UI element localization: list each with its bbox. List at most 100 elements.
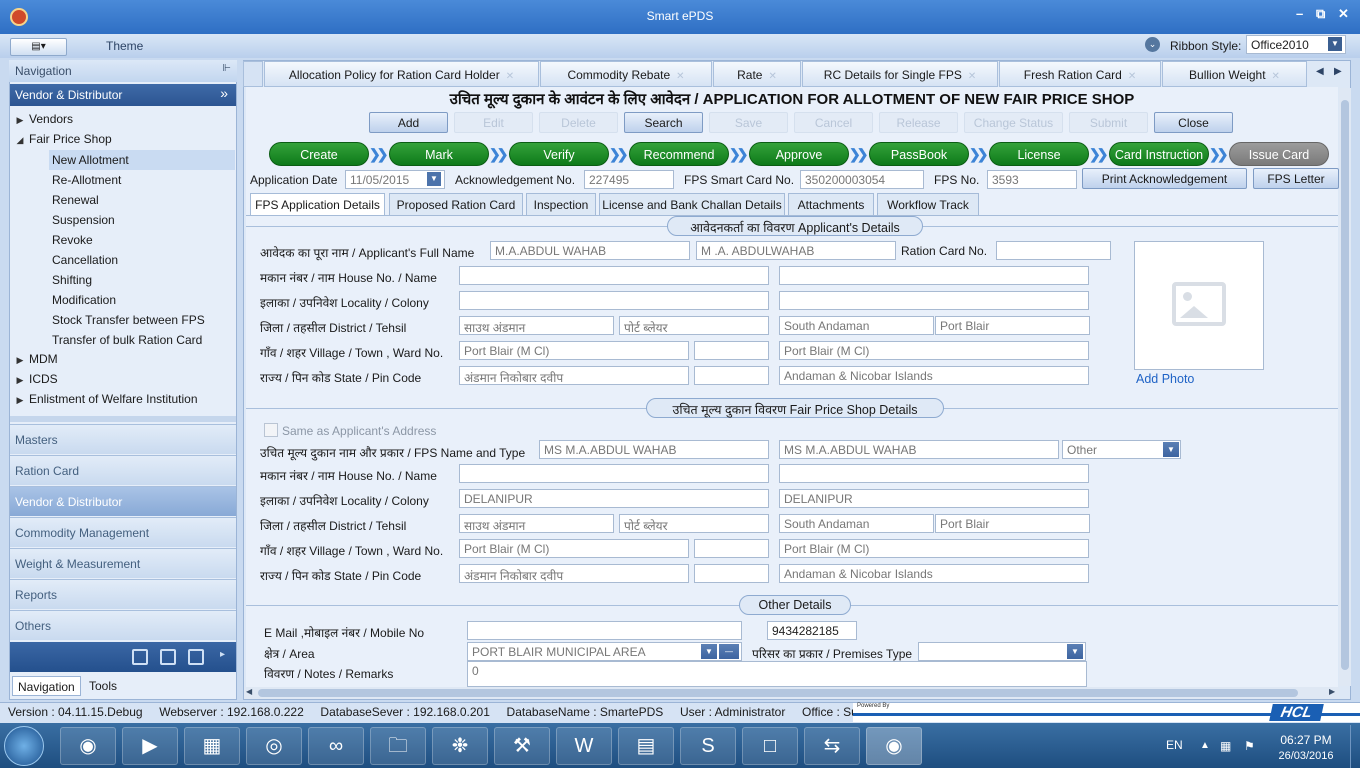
mobile-field[interactable]: 9434282185 [767, 621, 857, 640]
applicant-name-english-field[interactable]: M .A. ABDULWAHAB [696, 241, 896, 260]
group-weight-measurement[interactable]: Weight & Measurement [10, 548, 236, 578]
applicant-locality-english-field[interactable] [779, 291, 1089, 310]
nav-item-cancellation[interactable]: Cancellation [49, 250, 235, 270]
print-acknowledgement-button[interactable]: Print Acknowledgement [1082, 168, 1247, 189]
pdf-reader-icon[interactable]: □ [742, 727, 798, 765]
clock-time[interactable]: 06:27 PM [1276, 733, 1336, 747]
tree-item-icds[interactable]: ▶ ICDS [11, 369, 235, 389]
tab-bullion-weight[interactable]: Bullion Weight ✕ [1162, 61, 1307, 87]
group-others[interactable]: Others [10, 610, 236, 640]
search-button[interactable]: Search [624, 112, 703, 133]
restore-icon[interactable]: ⧉ [1316, 6, 1325, 22]
nav-item-stock-transfer[interactable]: Stock Transfer between FPS [49, 310, 235, 330]
app-menu-button[interactable]: ▤▾ [10, 38, 67, 56]
fps-letter-button[interactable]: FPS Letter [1253, 168, 1339, 189]
subtab-fps-application[interactable]: FPS Application Details [250, 193, 385, 216]
tab-commodity-rebate[interactable]: Commodity Rebate ✕ [540, 61, 712, 87]
workflow-verify[interactable]: Verify [509, 142, 609, 166]
add-button[interactable]: Add [369, 112, 448, 133]
fps-no-field[interactable]: 3593 [987, 170, 1077, 189]
tools-app-icon[interactable]: ⚒ [494, 727, 550, 765]
group-reports[interactable]: Reports [10, 579, 236, 609]
language-indicator[interactable]: EN [1166, 738, 1183, 752]
expand-arrow-icon[interactable]: ▶ [11, 375, 29, 386]
start-button[interactable] [4, 726, 44, 766]
close-tab-icon[interactable]: ✕ [768, 71, 776, 82]
applicant-name-hindi-field[interactable]: M.A.ABDUL WAHAB [490, 241, 690, 260]
fps-pin-field[interactable] [694, 564, 769, 583]
theme-label[interactable]: Theme [106, 39, 143, 53]
ribbon-chevron-icon[interactable]: ⌄ [1145, 37, 1160, 52]
tab-rate[interactable]: Rate ✕ [713, 61, 801, 87]
acknowledgement-field[interactable]: 227495 [584, 170, 674, 189]
release-button[interactable]: Release [879, 112, 958, 133]
subtab-workflow-track[interactable]: Workflow Track [877, 193, 979, 216]
expand-arrow-icon[interactable]: ▶ [11, 395, 29, 406]
overflow-arrow-icon[interactable]: ▸ [220, 649, 225, 660]
workflow-mark[interactable]: Mark [389, 142, 489, 166]
fps-house-hindi-field[interactable] [459, 464, 769, 483]
nav-item-shifting[interactable]: Shifting [49, 270, 235, 290]
applicant-state-hindi-field[interactable]: अंडमान निकोबार दवीप [459, 366, 689, 385]
close-icon[interactable]: ✕ [1338, 6, 1349, 22]
fps-tehsil-hindi-field[interactable]: पोर्ट ब्लेयर [619, 514, 769, 533]
smart-epds-taskbar-icon[interactable]: ◉ [866, 727, 922, 765]
nav-item-revoke[interactable]: Revoke [49, 230, 235, 250]
network-app-icon[interactable]: ❉ [432, 727, 488, 765]
fps-district-hindi-field[interactable]: साउथ अंडमान [459, 514, 614, 533]
ration-card-field[interactable] [996, 241, 1111, 260]
applicant-tehsil-hindi-field[interactable]: पोर्ट ब्लेयर [619, 316, 769, 335]
action-center-flag-icon[interactable]: ⚑ [1244, 739, 1255, 753]
calendar-icon[interactable]: ▼ [427, 172, 441, 186]
nav-item-new-allotment[interactable]: New Allotment [49, 150, 235, 170]
edit-button[interactable]: Edit [454, 112, 533, 133]
group-ration-card[interactable]: Ration Card [10, 455, 236, 485]
workflow-approve[interactable]: Approve [749, 142, 849, 166]
fps-locality-english-field[interactable]: DELANIPUR [779, 489, 1089, 508]
fps-district-english-field[interactable]: South Andaman [779, 514, 934, 533]
workflow-create[interactable]: Create [269, 142, 369, 166]
tab-next-icon[interactable]: ▶ [1334, 66, 1342, 77]
tree-item-welfare[interactable]: ▶ Enlistment of Welfare Institution [11, 389, 235, 409]
workflow-passbook[interactable]: PassBook [869, 142, 969, 166]
double-chevron-icon[interactable]: » [220, 85, 228, 101]
applicant-pin-field[interactable] [694, 366, 769, 385]
group-icon[interactable] [160, 649, 176, 665]
delete-button[interactable]: Delete [539, 112, 618, 133]
expand-arrow-icon[interactable]: ▶ [11, 355, 29, 366]
tree-item-mdm[interactable]: ▶ MDM [11, 349, 235, 369]
close-tab-icon[interactable]: ✕ [1272, 71, 1280, 82]
applicant-district-hindi-field[interactable]: साउथ अंडमान [459, 316, 614, 335]
fps-state-hindi-field[interactable]: अंडमान निकोबार दवीप [459, 564, 689, 583]
vertical-scrollbar[interactable] [1339, 88, 1351, 686]
fps-state-english-field[interactable]: Andaman & Nicobar Islands [779, 564, 1089, 583]
media-player-icon[interactable]: ▶ [122, 727, 178, 765]
nav-item-modification[interactable]: Modification [49, 290, 235, 310]
nav-item-re-allotment[interactable]: Re-Allotment [49, 170, 235, 190]
firefox-icon[interactable]: ◉ [60, 727, 116, 765]
chevron-down-icon[interactable]: ▼ [701, 644, 717, 659]
splitter-handle[interactable] [10, 416, 236, 422]
tab-prev-icon[interactable]: ◀ [1316, 66, 1324, 77]
group-masters[interactable]: Masters [10, 424, 236, 454]
subtab-license-bank[interactable]: License and Bank Challan Details [599, 193, 785, 216]
tab-fresh-ration-card[interactable]: Fresh Ration Card ✕ [999, 61, 1161, 87]
tab-rc-details[interactable]: RC Details for Single FPS ✕ [802, 61, 998, 87]
show-hidden-icon[interactable]: ▲ [1200, 740, 1210, 751]
fps-ward-field[interactable] [694, 539, 769, 558]
clear-icon[interactable]: — [719, 644, 739, 659]
applicant-photo[interactable] [1134, 241, 1264, 370]
scroll-right-icon[interactable]: ▶ [1329, 687, 1335, 696]
applicant-district-english-field[interactable]: South Andaman [779, 316, 934, 335]
subtab-attachments[interactable]: Attachments [788, 193, 874, 216]
chevron-down-icon[interactable]: ▼ [1163, 442, 1179, 457]
fps-village-english-field[interactable]: Port Blair (M Cl) [779, 539, 1089, 558]
horizontal-scrollbar[interactable]: ◀ ▶ [244, 687, 1339, 699]
tab-allocation-policy[interactable]: Allocation Policy for Ration Card Holder… [264, 61, 539, 87]
show-desktop-button[interactable] [1350, 725, 1360, 768]
submit-button[interactable]: Submit [1069, 112, 1148, 133]
visual-studio-icon[interactable]: ∞ [308, 727, 364, 765]
clock-date[interactable]: 26/03/2016 [1270, 750, 1342, 762]
nav-section-header[interactable]: Vendor & Distributor » [10, 84, 236, 106]
subtab-proposed-ration-card[interactable]: Proposed Ration Card [389, 193, 523, 216]
